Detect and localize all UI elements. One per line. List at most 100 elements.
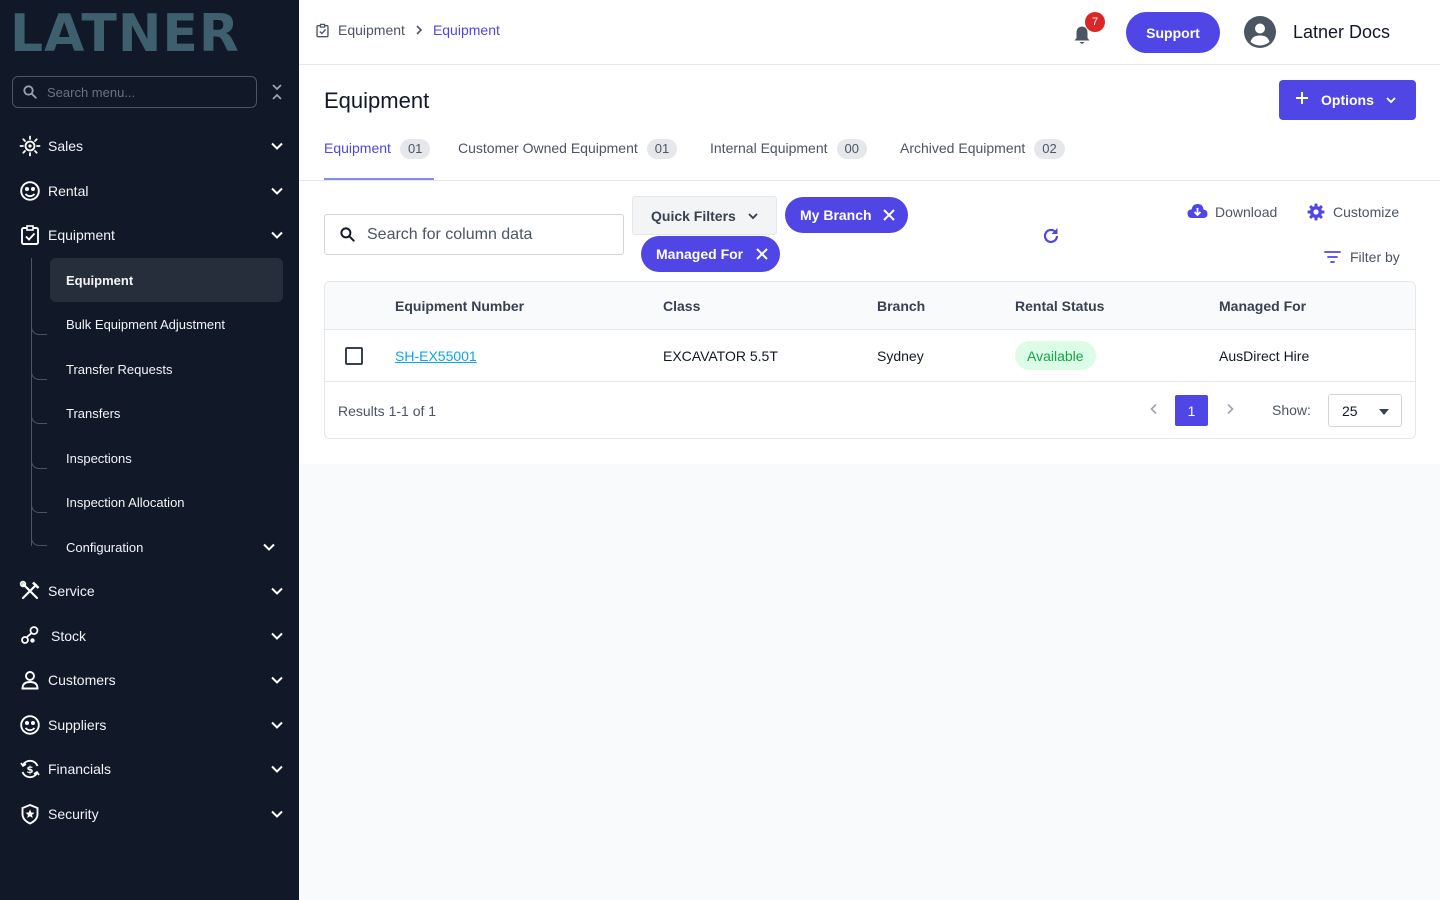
sidebar-item-label: Suppliers — [48, 717, 107, 733]
sidebar-item-label: Stock — [51, 628, 87, 644]
tree-branch — [31, 313, 47, 335]
support-button[interactable]: Support — [1126, 12, 1220, 53]
sidebar-item-service[interactable]: Service — [0, 571, 299, 611]
table-search-input[interactable] — [367, 225, 617, 244]
sidebar-item-equipment[interactable]: Equipment — [0, 215, 299, 255]
sidebar-subitem-inspections[interactable]: Inspections — [50, 436, 283, 480]
sidebar-search[interactable] — [12, 76, 257, 108]
sidebar-subitem-transfers[interactable]: Transfers — [50, 391, 283, 435]
row-select-checkbox[interactable] — [345, 347, 363, 365]
chevron-down-icon — [271, 765, 283, 773]
sidebar-item-label: Equipment — [48, 227, 115, 243]
latner-logo: LATNER — [10, 4, 240, 64]
column-header-managed-for[interactable]: Managed For — [1219, 298, 1306, 314]
sidebar-item-sales[interactable]: Sales — [0, 126, 299, 166]
sidebar-subitem-bulk-equipment-adjustment[interactable]: Bulk Equipment Adjustment — [50, 302, 283, 346]
customize-button[interactable]: Customize — [1307, 203, 1399, 221]
tree-branch — [31, 358, 47, 380]
collapse-sidebar-icon[interactable] — [270, 82, 284, 102]
financials-icon: $ — [20, 759, 40, 779]
cell-equipment-number: SH-EX55001 — [395, 348, 477, 364]
quick-filters-label: Quick Filters — [651, 207, 736, 224]
table-footer: Results 1-1 of 1 1 Show: 25 — [325, 382, 1415, 438]
results-count: Results 1-1 of 1 — [338, 403, 437, 419]
download-button[interactable]: Download — [1187, 203, 1277, 220]
tree-branch — [31, 491, 47, 513]
chevron-down-icon — [271, 187, 283, 195]
sidebar-item-label: Sales — [48, 138, 84, 154]
rental-icon — [20, 181, 40, 201]
user-avatar-icon[interactable] — [1244, 16, 1276, 48]
chevron-right-icon[interactable] — [1223, 402, 1237, 416]
column-header-equipment-number[interactable]: Equipment Number — [395, 298, 524, 314]
cell-branch: Sydney — [877, 348, 924, 364]
table-row[interactable]: SH-EX55001 EXCAVATOR 5.5T Sydney Availab… — [325, 330, 1415, 382]
column-header-rental-status[interactable]: Rental Status — [1015, 298, 1104, 314]
sidebar-item-label: Service — [48, 583, 95, 599]
sidebar-item-suppliers[interactable]: Suppliers — [0, 705, 299, 745]
sidebar-item-label: Security — [48, 806, 99, 822]
options-button[interactable]: Options — [1279, 80, 1416, 120]
options-label: Options — [1321, 92, 1374, 108]
sidebar-item-customers[interactable]: Customers — [0, 660, 299, 700]
tab-count: 00 — [836, 139, 867, 159]
tab-internal-equipment[interactable]: Internal Equipment 00 — [710, 130, 867, 180]
filter-chip-managed-for[interactable]: Managed For — [641, 236, 780, 272]
customize-label: Customize — [1333, 204, 1400, 220]
page-size-select[interactable]: 25 — [1328, 394, 1402, 427]
sidebar-item-security[interactable]: Security — [0, 794, 299, 834]
chevron-down-icon — [271, 721, 283, 729]
quick-filters-button[interactable]: Quick Filters — [632, 196, 777, 235]
sidebar-subitem-configuration[interactable]: Configuration — [50, 525, 283, 569]
sidebar-item-stock[interactable]: Stock — [0, 616, 299, 656]
tab-archived-equipment[interactable]: Archived Equipment 02 — [900, 130, 1065, 180]
sidebar-item-financials[interactable]: $ Financials — [0, 749, 299, 789]
svg-text:$: $ — [27, 765, 34, 776]
gear-icon — [1307, 203, 1325, 221]
service-icon — [19, 580, 40, 600]
page-title: Equipment — [324, 88, 430, 113]
breadcrumb-current: Equipment — [432, 22, 500, 38]
breadcrumb-item[interactable]: Equipment — [338, 22, 405, 38]
plus-icon — [1296, 92, 1308, 104]
filter-by-button[interactable]: Filter by — [1324, 249, 1400, 265]
tab-count: 02 — [1034, 139, 1065, 159]
caret-down-icon — [1379, 409, 1389, 415]
sidebar-item-label: Rental — [48, 183, 89, 199]
page-number-button[interactable]: 1 — [1175, 395, 1208, 426]
chevron-down-icon — [271, 810, 283, 818]
notification-count-badge: 7 — [1085, 12, 1105, 32]
customers-icon — [21, 671, 39, 690]
cloud-download-icon — [1187, 204, 1208, 218]
sidebar-subitem-inspection-allocation[interactable]: Inspection Allocation — [50, 480, 283, 524]
chip-label: My Branch — [800, 207, 872, 223]
sidebar-item-rental[interactable]: Rental — [0, 171, 299, 211]
page-size-label: Show: — [1272, 402, 1311, 418]
table-search[interactable] — [324, 214, 624, 255]
equipment-table: Equipment Number Class Branch Rental Sta… — [324, 281, 1416, 439]
tab-equipment[interactable]: Equipment 01 — [324, 130, 434, 180]
tab-customer-owned-equipment[interactable]: Customer Owned Equipment 01 — [458, 130, 678, 180]
chevron-down-icon — [271, 587, 283, 595]
search-icon — [23, 85, 37, 99]
filter-chip-my-branch[interactable]: My Branch — [785, 197, 908, 233]
column-header-branch[interactable]: Branch — [877, 298, 925, 314]
close-icon[interactable] — [882, 208, 896, 222]
tab-label: Equipment — [324, 140, 391, 156]
suppliers-icon — [20, 715, 40, 735]
chevron-down-icon — [271, 676, 283, 684]
chevron-down-icon — [1386, 97, 1396, 104]
chevron-down-icon[interactable] — [262, 540, 276, 554]
shield-icon — [21, 803, 39, 825]
refresh-icon[interactable] — [1041, 226, 1061, 246]
sidebar-subitem-equipment[interactable]: Equipment — [50, 258, 283, 302]
user-name[interactable]: Latner Docs — [1293, 22, 1390, 43]
sidebar-search-input[interactable] — [47, 84, 237, 100]
equipment-number-link[interactable]: SH-EX55001 — [395, 348, 477, 364]
status-badge: Available — [1015, 341, 1096, 370]
sidebar-subitem-transfer-requests[interactable]: Transfer Requests — [50, 347, 283, 391]
chevron-left-icon[interactable] — [1147, 402, 1161, 416]
close-icon[interactable] — [755, 247, 769, 261]
column-header-class[interactable]: Class — [663, 298, 700, 314]
chevron-right-icon — [416, 25, 423, 35]
